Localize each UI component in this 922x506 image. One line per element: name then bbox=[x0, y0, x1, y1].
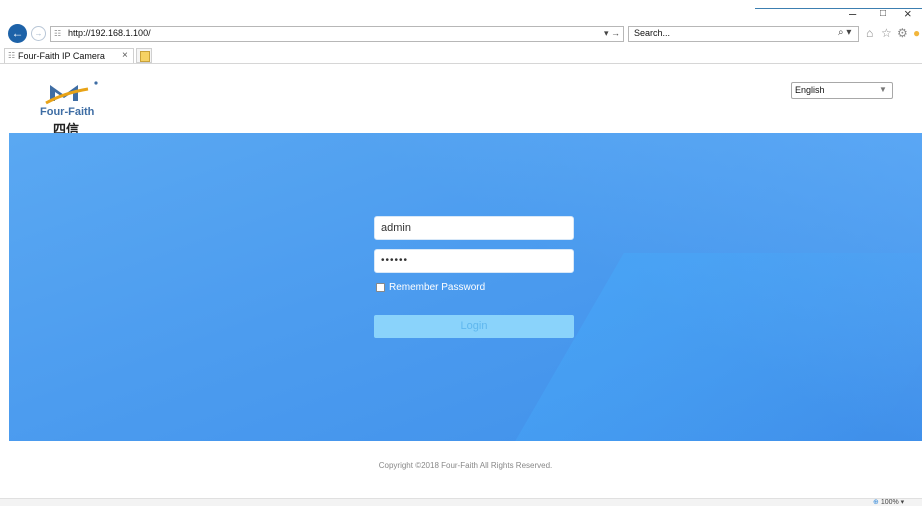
tab-site-icon: ☷ bbox=[8, 51, 16, 60]
search-placeholder[interactable]: Search... bbox=[634, 28, 670, 38]
title-bar-line bbox=[755, 8, 922, 9]
tab-close-icon[interactable]: × bbox=[122, 50, 128, 61]
search-icon[interactable]: ⌕ ▾ bbox=[838, 27, 851, 38]
star-icon[interactable]: ☆ bbox=[881, 26, 892, 40]
back-arrow-icon: ← bbox=[11, 26, 24, 40]
go-button[interactable]: ▾ → bbox=[604, 28, 620, 39]
chrome-divider bbox=[0, 63, 922, 64]
site-icon: ☷ bbox=[54, 29, 62, 38]
back-button[interactable]: ← bbox=[8, 24, 27, 43]
close-window-button[interactable]: × bbox=[904, 7, 912, 21]
copyright-text: Copyright ©2018 Four-Faith All Rights Re… bbox=[378, 461, 553, 470]
feedback-icon[interactable]: ● bbox=[913, 26, 920, 40]
home-icon[interactable]: ⌂ bbox=[866, 26, 873, 40]
new-tab-button[interactable] bbox=[136, 48, 152, 63]
forward-arrow-icon: → bbox=[34, 29, 43, 38]
login-label[interactable]: Login bbox=[374, 320, 574, 332]
language-value[interactable]: English bbox=[795, 85, 825, 95]
remember-checkbox[interactable] bbox=[376, 283, 385, 292]
tab-title[interactable]: Four-Faith IP Camera bbox=[18, 51, 105, 61]
password-value[interactable]: •••••• bbox=[381, 255, 408, 266]
remember-label[interactable]: Remember Password bbox=[389, 282, 485, 293]
gear-icon[interactable]: ⚙ bbox=[897, 26, 908, 40]
logo-text: Four-Faith bbox=[40, 106, 95, 118]
browser-window: – □ × ← → ☷ http://192.168.1.100/ ▾ → Se… bbox=[0, 0, 922, 506]
zoom-level[interactable]: ⊕ 100% ▾ bbox=[873, 498, 904, 506]
status-bar bbox=[0, 498, 922, 506]
zoom-value: 100% bbox=[880, 499, 899, 506]
restore-button[interactable]: □ bbox=[880, 7, 886, 21]
username-value[interactable]: admin bbox=[381, 222, 411, 234]
zoom-icon: ⊕ bbox=[873, 499, 879, 506]
forward-button[interactable]: → bbox=[31, 26, 46, 41]
minimize-button[interactable]: – bbox=[849, 7, 856, 21]
address-text[interactable]: http://192.168.1.100/ bbox=[68, 28, 151, 38]
chevron-down-icon[interactable]: ▼ bbox=[879, 85, 887, 94]
